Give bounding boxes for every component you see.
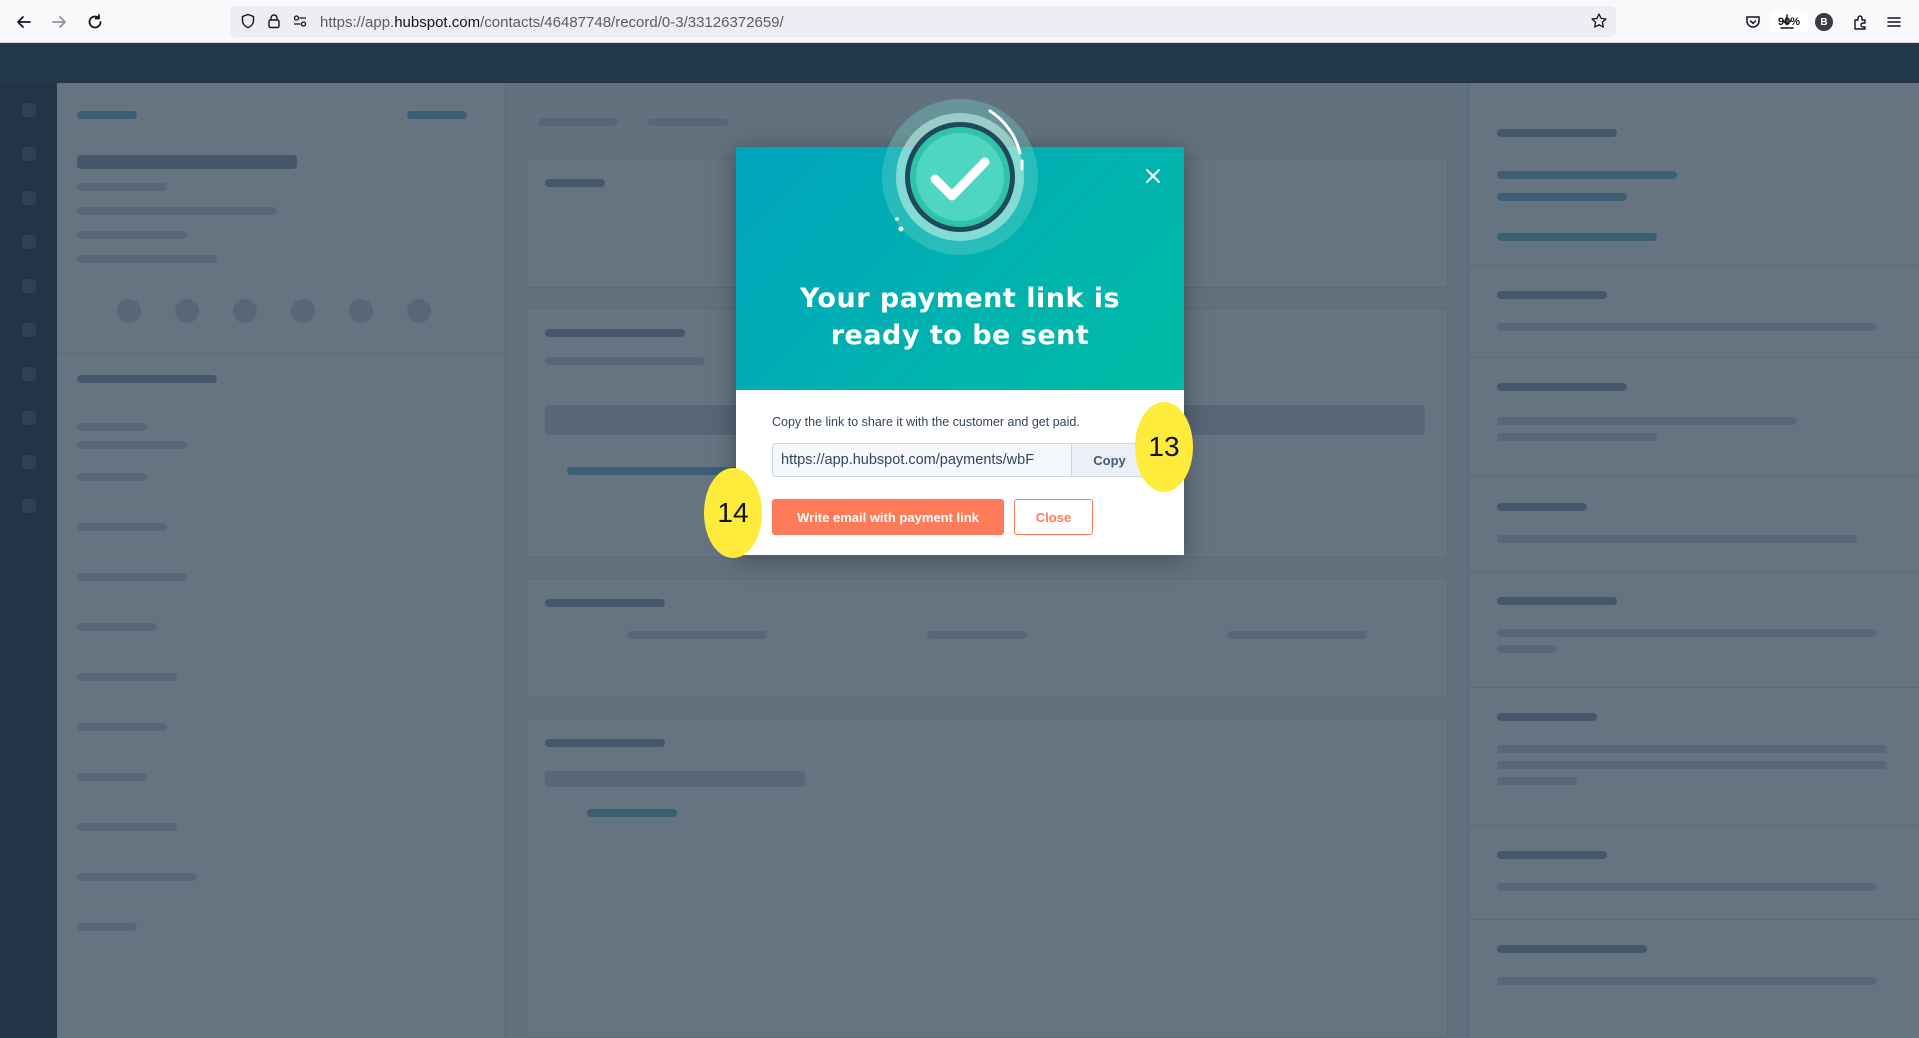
forward-arrow-icon bbox=[52, 16, 66, 28]
permissions-icon[interactable] bbox=[290, 11, 310, 31]
profile-avatar[interactable]: B bbox=[1812, 10, 1836, 34]
step-callout-14: 14 bbox=[704, 468, 762, 558]
url-text: https://app.hubspot.com/contacts/4648774… bbox=[320, 14, 784, 31]
menu-icon[interactable] bbox=[1882, 10, 1906, 34]
reload-icon bbox=[88, 14, 102, 29]
close-icon[interactable] bbox=[1140, 163, 1166, 189]
browser-toolbar: https://app.hubspot.com/contacts/4648774… bbox=[0, 0, 1919, 43]
lock-icon[interactable] bbox=[264, 11, 284, 31]
url-prefix: https://app. bbox=[320, 14, 395, 31]
profile-initial: B bbox=[1815, 13, 1833, 31]
address-bar[interactable]: https://app.hubspot.com/contacts/4648774… bbox=[230, 6, 1808, 37]
step-callout-13: 13 bbox=[1135, 402, 1193, 492]
write-email-button[interactable]: Write email with payment link bbox=[772, 499, 1004, 535]
back-arrow-icon bbox=[17, 16, 31, 28]
pocket-icon[interactable] bbox=[1741, 10, 1765, 34]
modal-instructions: Copy the link to share it with the custo… bbox=[772, 415, 1080, 429]
close-button[interactable]: Close bbox=[1014, 499, 1093, 535]
payment-link-field[interactable] bbox=[772, 443, 1072, 477]
back-button[interactable] bbox=[11, 9, 37, 35]
download-icon[interactable] bbox=[1775, 10, 1799, 34]
bookmark-star-icon[interactable] bbox=[1589, 11, 1609, 31]
extensions-icon[interactable] bbox=[1848, 10, 1872, 34]
success-check-icon bbox=[880, 97, 1040, 257]
forward-button[interactable] bbox=[46, 9, 72, 35]
url-path: /contacts/46487748/record/0-3/3312637265… bbox=[480, 14, 784, 31]
shield-icon[interactable] bbox=[238, 11, 258, 31]
modal-title: Your payment link is ready to be sent bbox=[799, 283, 1121, 351]
reload-button[interactable] bbox=[82, 9, 108, 35]
url-domain: hubspot.com bbox=[394, 14, 481, 31]
